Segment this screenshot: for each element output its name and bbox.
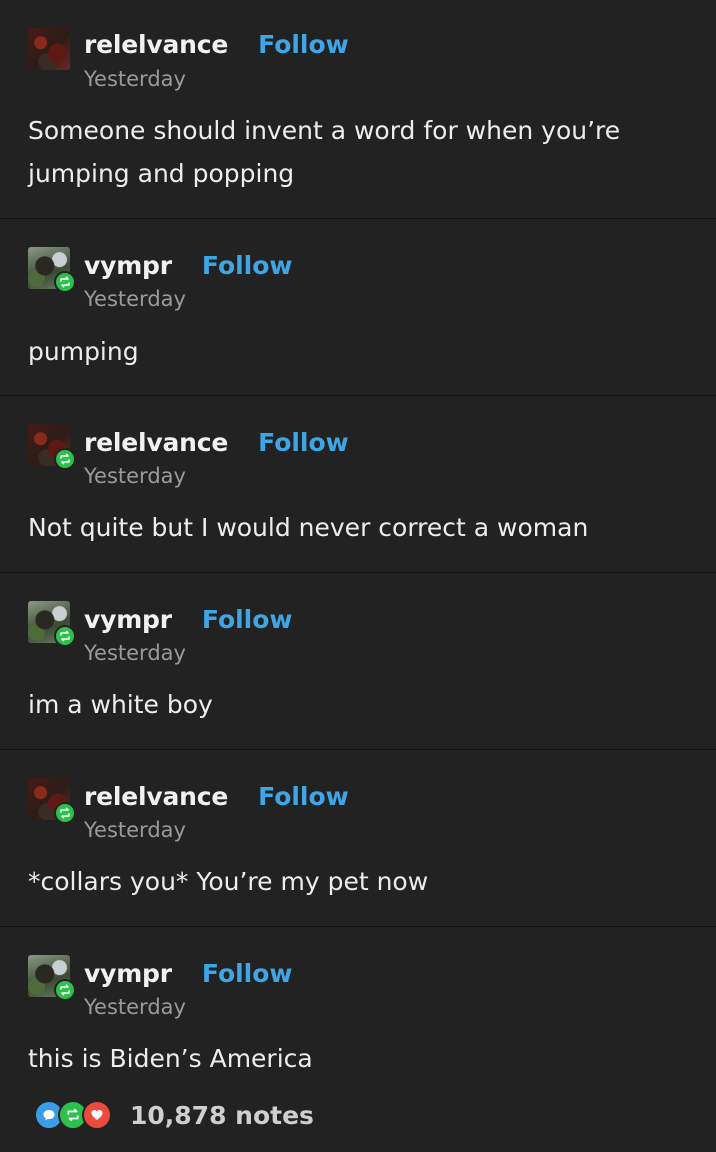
follow-button[interactable]: Follow — [202, 605, 293, 634]
reblog-badge-icon — [54, 979, 76, 1001]
post-text: this is Biden’s America — [28, 1044, 313, 1073]
timestamp: Yesterday — [84, 67, 186, 91]
username[interactable]: vympr — [84, 959, 172, 988]
post-text: im a white boy — [28, 690, 213, 719]
follow-button[interactable]: Follow — [202, 959, 293, 988]
post: vympr Follow Yesterday im a white boy — [0, 573, 716, 750]
avatar[interactable] — [28, 955, 76, 1001]
username[interactable]: vympr — [84, 605, 172, 634]
follow-button[interactable]: Follow — [258, 30, 349, 59]
post: vympr Follow Yesterday pumping — [0, 219, 716, 396]
avatar[interactable] — [28, 247, 76, 293]
avatar[interactable] — [28, 778, 76, 824]
timestamp: Yesterday — [84, 995, 186, 1019]
timestamp: Yesterday — [84, 287, 186, 311]
avatar[interactable] — [28, 28, 70, 70]
avatar[interactable] — [28, 424, 76, 470]
post-text: Someone should invent a word for when yo… — [28, 116, 621, 188]
post-text: pumping — [28, 337, 139, 366]
post-text: *collars you* You’re my pet now — [28, 867, 429, 896]
username[interactable]: relelvance — [84, 782, 228, 811]
heart-icon — [82, 1100, 112, 1130]
reblog-badge-icon — [54, 448, 76, 470]
timestamp: Yesterday — [84, 818, 186, 842]
username[interactable]: vympr — [84, 251, 172, 280]
post: relelvance Follow Yesterday Not quite bu… — [0, 396, 716, 573]
timestamp: Yesterday — [84, 464, 186, 488]
follow-button[interactable]: Follow — [202, 251, 293, 280]
notes-footer[interactable]: 10,878 notes — [34, 1100, 314, 1130]
reblog-badge-icon — [54, 802, 76, 824]
follow-button[interactable]: Follow — [258, 782, 349, 811]
post: relelvance Follow Yesterday Someone shou… — [0, 0, 716, 219]
follow-button[interactable]: Follow — [258, 428, 349, 457]
username[interactable]: relelvance — [84, 30, 228, 59]
post: relelvance Follow Yesterday *collars you… — [0, 750, 716, 927]
reblog-badge-icon — [54, 271, 76, 293]
reblog-badge-icon — [54, 625, 76, 647]
avatar[interactable] — [28, 601, 76, 647]
timestamp: Yesterday — [84, 641, 186, 665]
post-text: Not quite but I would never correct a wo… — [28, 513, 589, 542]
username[interactable]: relelvance — [84, 428, 228, 457]
notes-count[interactable]: 10,878 notes — [130, 1101, 314, 1130]
